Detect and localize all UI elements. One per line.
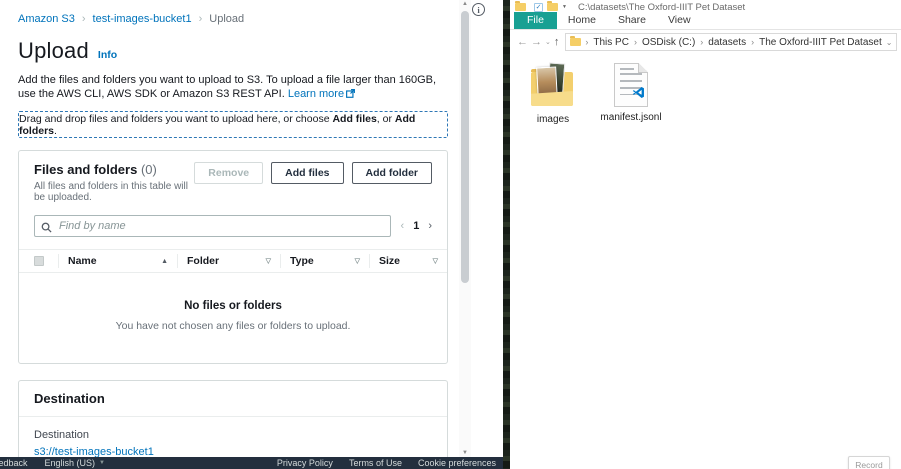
chevron-down-icon: ▼ xyxy=(99,460,105,466)
breadcrumb-chevron: › xyxy=(634,37,637,47)
window-title: C:\datasets\The Oxford-IIIT Pet Dataset xyxy=(578,2,745,13)
page-number[interactable]: 1 xyxy=(413,220,419,232)
select-all-checkbox[interactable] xyxy=(34,256,44,266)
feedback-link[interactable]: Feedback xyxy=(0,458,28,468)
breadcrumb-separator: › xyxy=(82,13,86,25)
images-folder-icon xyxy=(529,61,577,109)
jsonl-file-icon xyxy=(614,63,648,107)
back-button[interactable]: ← xyxy=(517,36,528,48)
record-overlay-button[interactable]: Record xyxy=(848,456,890,469)
cookie-preferences-link[interactable]: Cookie preferences xyxy=(418,458,496,468)
sort-ascending-icon: ▲ xyxy=(161,258,168,265)
address-breadcrumb: › This PC › OSDisk (C:) › datasets › The… xyxy=(585,37,881,48)
s3-scroll-region: Amazon S3 › test-images-bucket1 › Upload… xyxy=(0,0,459,458)
table-header-row: Name▲ Folder▽ Type▽ Size▽ xyxy=(19,249,447,273)
files-count: (0) xyxy=(141,162,157,177)
add-folder-button[interactable]: Add folder xyxy=(352,162,433,184)
explorer-app-icon xyxy=(515,3,526,11)
file-item-manifest[interactable]: manifest.jsonl xyxy=(600,61,662,125)
pagination: ‹ 1 › xyxy=(401,220,432,232)
files-panel: Files and folders (0) All files and fold… xyxy=(18,150,448,364)
page-title: Upload xyxy=(18,38,89,64)
breadcrumb-chevron: › xyxy=(700,37,703,47)
previous-page-button[interactable]: ‹ xyxy=(401,220,405,232)
column-header-size[interactable]: Size▽ xyxy=(369,254,447,268)
next-page-button[interactable]: › xyxy=(428,220,432,232)
up-one-level-button[interactable]: ↑ xyxy=(554,36,560,48)
column-header-name[interactable]: Name▲ xyxy=(58,254,177,268)
properties-quick-icon[interactable]: ✓ xyxy=(534,3,543,12)
recent-locations-icon[interactable]: ⌄ xyxy=(545,38,551,46)
privacy-policy-link[interactable]: Privacy Policy xyxy=(277,458,333,468)
crumb-this-pc[interactable]: This PC xyxy=(593,37,629,48)
page-description: Add the files and folders you want to up… xyxy=(18,73,454,102)
breadcrumb-current: Upload xyxy=(209,13,244,25)
sort-icon: ▽ xyxy=(355,257,360,265)
search-icon xyxy=(41,220,52,238)
description-text: Add the files and folders you want to up… xyxy=(18,74,436,100)
tab-file[interactable]: File xyxy=(514,12,557,29)
folder-item-images[interactable]: images xyxy=(522,61,584,125)
crumb-current-folder[interactable]: The Oxford-IIIT Pet Dataset xyxy=(759,37,882,48)
crumb-datasets[interactable]: datasets xyxy=(708,37,746,48)
destination-panel-title: Destination xyxy=(19,381,447,417)
forward-button[interactable]: → xyxy=(531,36,542,48)
language-selector[interactable]: English (US)▼ xyxy=(45,458,105,468)
file-list: images manifest.jsonl xyxy=(510,54,901,125)
add-files-button[interactable]: Add files xyxy=(271,162,343,184)
tab-share[interactable]: Share xyxy=(607,12,657,29)
file-explorer-window: ✓ ▼ C:\datasets\The Oxford-IIIT Pet Data… xyxy=(510,0,901,469)
breadcrumb: Amazon S3 › test-images-bucket1 › Upload xyxy=(18,13,448,25)
scrollbar-thumb[interactable] xyxy=(461,11,469,283)
scroll-up-arrow[interactable]: ▲ xyxy=(459,1,471,7)
terms-of-use-link[interactable]: Terms of Use xyxy=(349,458,402,468)
dropzone-text: Drag and drop files and folders you want… xyxy=(19,113,447,137)
destination-panel: Destination Destination s3://test-images… xyxy=(18,380,448,458)
tab-view[interactable]: View xyxy=(657,12,702,29)
breadcrumb-separator: › xyxy=(199,13,203,25)
screen: Amazon S3 › test-images-bucket1 › Upload… xyxy=(0,0,901,469)
empty-state-message: You have not chosen any files or folders… xyxy=(19,320,447,332)
files-panel-heading: Files and folders (0) All files and fold… xyxy=(34,162,194,203)
vertical-scrollbar[interactable]: ▲ ▼ xyxy=(459,0,471,458)
ribbon-tabs: File Home Share View xyxy=(510,14,901,30)
customize-quick-access-icon[interactable]: ▼ xyxy=(562,4,567,10)
column-header-type[interactable]: Type▽ xyxy=(280,254,369,268)
console-footer: Feedback English (US)▼ Privacy Policy Te… xyxy=(0,457,503,469)
drag-drop-zone[interactable]: Drag and drop files and folders you want… xyxy=(18,111,448,138)
column-header-folder[interactable]: Folder▽ xyxy=(177,254,280,268)
empty-state-title: No files or folders xyxy=(19,300,447,312)
crumb-osdisk[interactable]: OSDisk (C:) xyxy=(642,37,695,48)
sort-icon: ▽ xyxy=(433,257,438,265)
address-dropdown-icon[interactable]: ⌄ xyxy=(886,38,893,47)
find-by-name-input[interactable] xyxy=(34,215,391,237)
files-panel-subtitle: All files and folders in this table will… xyxy=(34,181,194,203)
info-link[interactable]: Info xyxy=(98,49,117,61)
item-label: images xyxy=(537,114,569,125)
info-icon[interactable]: i xyxy=(472,3,485,16)
folder-icon xyxy=(570,38,581,46)
breadcrumb-bucket[interactable]: test-images-bucket1 xyxy=(93,13,192,25)
files-panel-title: Files and folders xyxy=(34,162,137,177)
external-link-icon xyxy=(346,88,355,102)
item-label: manifest.jsonl xyxy=(600,112,661,123)
new-folder-quick-icon[interactable] xyxy=(547,3,558,11)
vscode-icon xyxy=(632,86,645,104)
sort-icon: ▽ xyxy=(266,257,271,265)
empty-state: No files or folders You have not chosen … xyxy=(19,273,447,363)
breadcrumb-chevron: › xyxy=(751,37,754,47)
address-bar[interactable]: › This PC › OSDisk (C:) › datasets › The… xyxy=(565,33,897,51)
scroll-down-arrow[interactable]: ▼ xyxy=(459,450,471,456)
breadcrumb-chevron: › xyxy=(585,37,588,47)
breadcrumb-amazon-s3[interactable]: Amazon S3 xyxy=(18,13,75,25)
address-bar-row: ← → ⌄ ↑ › This PC › OSDisk (C:) › datase… xyxy=(510,30,901,54)
tab-home[interactable]: Home xyxy=(557,12,607,29)
destination-label: Destination xyxy=(34,429,432,441)
learn-more-link[interactable]: Learn more xyxy=(288,88,355,100)
s3-console-pane: Amazon S3 › test-images-bucket1 › Upload… xyxy=(0,0,503,469)
remove-button[interactable]: Remove xyxy=(194,162,263,184)
desktop-background-strip xyxy=(503,0,510,469)
